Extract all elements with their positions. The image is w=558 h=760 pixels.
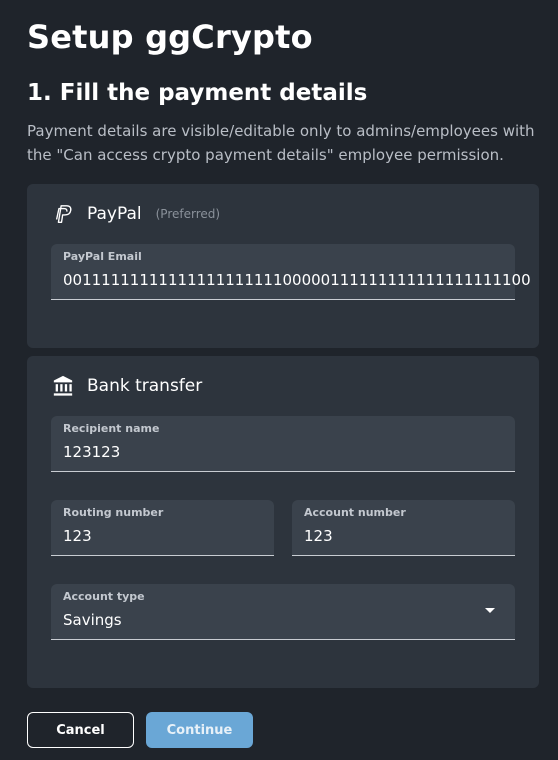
page-title: Setup ggCrypto: [27, 18, 313, 56]
bank-title: Bank transfer: [87, 376, 203, 396]
description-text: Payment details are visible/editable onl…: [27, 122, 535, 164]
routing-number-label: Routing number: [63, 506, 164, 519]
chevron-down-icon[interactable]: [485, 608, 495, 613]
paypal-icon: [51, 202, 75, 226]
bank-header: Bank transfer: [51, 374, 202, 398]
bank-transfer-card: Bank transfer Recipient name 123123 Rout…: [27, 356, 539, 688]
account-number-value[interactable]: 123: [304, 527, 333, 545]
recipient-name-field[interactable]: Recipient name 123123: [51, 416, 515, 472]
cancel-button[interactable]: Cancel: [27, 712, 134, 748]
account-type-label: Account type: [63, 590, 145, 603]
recipient-name-label: Recipient name: [63, 422, 160, 435]
paypal-card: PayPal (Preferred) PayPal Email 00111111…: [27, 184, 539, 348]
account-type-value[interactable]: Savings: [63, 611, 122, 629]
routing-number-field[interactable]: Routing number 123: [51, 500, 274, 556]
account-number-label: Account number: [304, 506, 406, 519]
account-number-field[interactable]: Account number 123: [292, 500, 515, 556]
step-title: 1. Fill the payment details: [27, 80, 368, 106]
paypal-email-field[interactable]: PayPal Email 001111111111111111111110000…: [51, 244, 531, 300]
account-type-select[interactable]: Account type Savings: [51, 584, 515, 640]
bank-icon: [51, 374, 75, 398]
recipient-name-value[interactable]: 123123: [63, 443, 120, 461]
paypal-header: PayPal (Preferred): [51, 202, 220, 226]
paypal-email-label: PayPal Email: [63, 250, 142, 263]
paypal-title: PayPal: [87, 204, 142, 224]
paypal-email-value[interactable]: 0011111111111111111111100000111111111111…: [63, 271, 531, 289]
routing-number-value[interactable]: 123: [63, 527, 92, 545]
continue-button[interactable]: Continue: [146, 712, 253, 748]
preferred-badge: (Preferred): [155, 207, 221, 221]
